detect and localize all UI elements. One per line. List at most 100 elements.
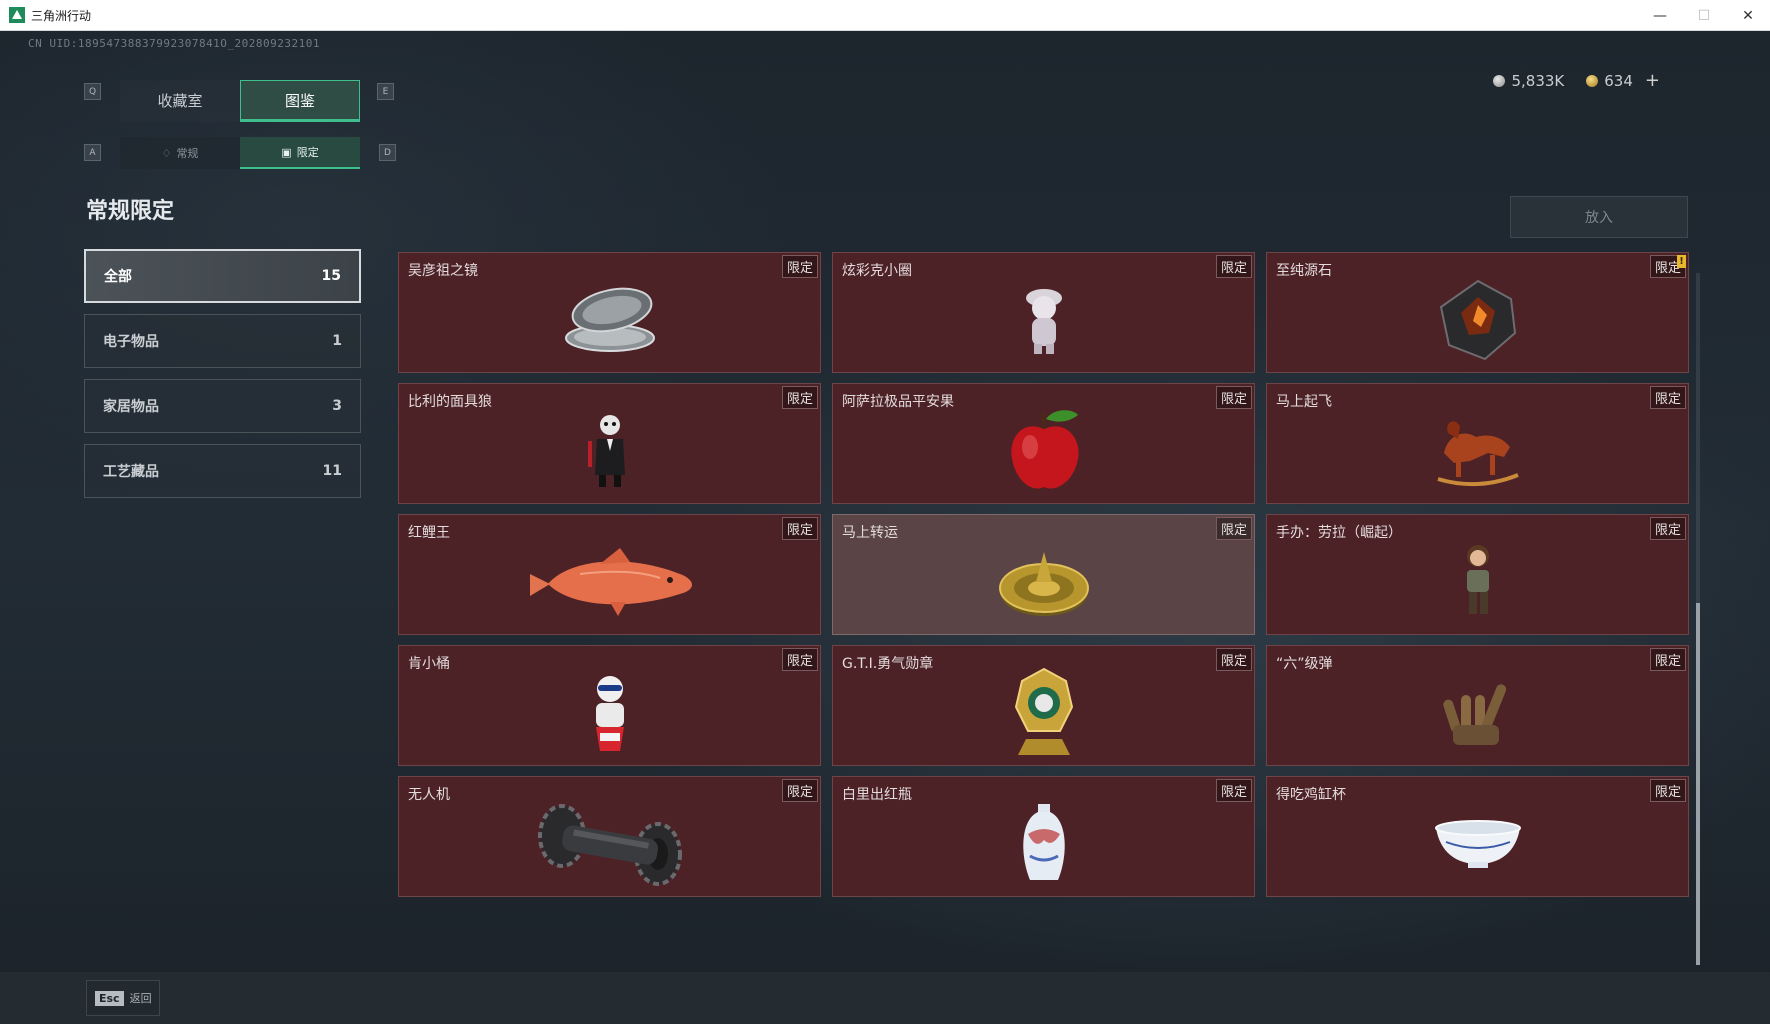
category-count: 15 <box>321 268 341 284</box>
limited-tag: 限定 <box>781 517 818 540</box>
category-household[interactable]: 家居物品 3 <box>84 379 361 433</box>
limited-tag: 限定 <box>1215 255 1252 278</box>
limited-tag: 限定 <box>1649 648 1686 671</box>
tab-catalog[interactable]: 图鉴 <box>240 80 360 122</box>
golden-dial-icon <box>998 551 1089 616</box>
subtab-limited[interactable]: ▣ 限定 <box>240 137 360 169</box>
main-tabs: 收藏室 图鉴 <box>120 80 360 122</box>
gold-coin-icon <box>1586 74 1599 87</box>
picture-icon: ▣ <box>281 145 292 159</box>
item-card[interactable]: 白里出红瓶 限定 <box>832 776 1255 897</box>
window-controls: — ☐ ✕ <box>1638 0 1770 31</box>
vase-icon <box>1022 803 1065 880</box>
category-all[interactable]: 全部 15 <box>84 249 361 303</box>
limited-tag: 限定 <box>781 779 818 802</box>
drone-icon <box>537 803 682 886</box>
puppet-icon <box>587 414 625 487</box>
item-name: “六”级弹 <box>1276 656 1333 672</box>
silver-amount: 5,833K <box>1511 71 1565 90</box>
sub-tabs: ♢ 常规 ▣ 限定 <box>120 137 360 169</box>
put-in-button[interactable]: 放入 <box>1510 196 1688 238</box>
carp-icon <box>529 547 692 616</box>
category-label: 电子物品 <box>103 334 159 350</box>
limited-tag: 限定 <box>1649 779 1686 802</box>
back-label: 返回 <box>129 992 152 1005</box>
rocking-horse-icon <box>1436 420 1519 486</box>
item-card[interactable]: 马上转运 限定 <box>832 514 1255 635</box>
figurine-icon <box>1025 288 1062 354</box>
item-name: 肯小桶 <box>408 656 450 672</box>
subtab-regular[interactable]: ♢ 常规 <box>120 137 240 169</box>
figure-icon <box>1466 544 1489 614</box>
crystal-icon <box>1439 279 1516 360</box>
item-card[interactable]: 得吃鸡缸杯 限定 <box>1266 776 1689 897</box>
key-hint-a: A <box>84 144 101 161</box>
item-card[interactable]: 无人机 限定 <box>398 776 821 897</box>
app-logo-icon <box>9 7 25 23</box>
item-name: 炫彩克小圈 <box>842 263 912 279</box>
category-label: 家居物品 <box>103 399 159 415</box>
maximize-button[interactable]: ☐ <box>1682 0 1726 31</box>
item-name: 白里出红瓶 <box>842 787 912 803</box>
window-title: 三角洲行动 <box>31 8 92 23</box>
regular-icon: ♢ <box>161 146 172 160</box>
alert-icon: ! <box>1677 255 1686 268</box>
grid-scrollbar[interactable] <box>1696 273 1700 965</box>
silver-coin-icon <box>1493 74 1506 87</box>
limited-tag: 限定 <box>781 255 818 278</box>
item-card[interactable]: 红鲤王 限定 <box>398 514 821 635</box>
category-count: 1 <box>332 333 342 349</box>
limited-tag: 限定 <box>1215 517 1252 540</box>
add-currency-button[interactable]: + <box>1645 70 1660 91</box>
item-card[interactable]: 马上起飞 限定 <box>1266 383 1689 504</box>
gold-amount: 634 <box>1604 71 1633 90</box>
item-name: 手办：劳拉（崛起） <box>1276 525 1402 541</box>
item-name: 吴彦祖之镜 <box>408 263 478 279</box>
bucket-figure-icon <box>595 675 624 751</box>
item-card[interactable]: 吴彦祖之镜 限定 <box>398 252 821 373</box>
category-count: 11 <box>322 463 342 479</box>
uid-text: CN UID:18954738837992307841O_20280923210… <box>28 37 321 50</box>
item-name: G.T.I.勇气勋章 <box>842 656 934 672</box>
key-hint-e: E <box>377 83 394 100</box>
category-electronics[interactable]: 电子物品 1 <box>84 314 361 368</box>
hand-grenade-icon <box>1442 684 1506 745</box>
item-card[interactable]: 至纯源石 限定 ! <box>1266 252 1689 373</box>
limited-tag: 限定 <box>1649 517 1686 540</box>
tab-collection-room[interactable]: 收藏室 <box>120 80 240 122</box>
bowl-icon <box>1434 819 1521 868</box>
scrollbar-thumb[interactable] <box>1696 603 1700 965</box>
category-list: 全部 15 电子物品 1 家居物品 3 工艺藏品 11 <box>84 249 361 509</box>
item-card[interactable]: 比利的面具狼 限定 <box>398 383 821 504</box>
item-card[interactable]: “六”级弹 限定 <box>1266 645 1689 766</box>
close-button[interactable]: ✕ <box>1726 0 1770 31</box>
item-card[interactable]: 炫彩克小圈 限定 <box>832 252 1255 373</box>
subtab-limited-label: 限定 <box>296 146 319 159</box>
limited-tag: 限定 <box>781 648 818 671</box>
section-title: 常规限定 <box>86 199 175 224</box>
category-label: 工艺藏品 <box>103 464 159 480</box>
item-card[interactable]: G.T.I.勇气勋章 限定 <box>832 645 1255 766</box>
category-crafts[interactable]: 工艺藏品 11 <box>84 444 361 498</box>
limited-tag: 限定 <box>1215 779 1252 802</box>
item-name: 比利的面具狼 <box>408 394 492 410</box>
game-screen: CN UID:18954738837992307841O_20280923210… <box>0 31 1770 1024</box>
item-name: 红鲤王 <box>408 525 450 541</box>
esc-key-hint: Esc <box>95 990 124 1006</box>
limited-tag: 限定 <box>1649 386 1686 409</box>
item-card[interactable]: 手办：劳拉（崛起） 限定 <box>1266 514 1689 635</box>
category-label: 全部 <box>104 269 132 285</box>
item-name: 马上起飞 <box>1276 394 1332 410</box>
minimize-button[interactable]: — <box>1638 0 1682 31</box>
footer-bar <box>0 972 1770 1024</box>
item-name: 阿萨拉极品平安果 <box>842 394 954 410</box>
limited-tag: 限定 <box>781 386 818 409</box>
item-card[interactable]: 肯小桶 限定 <box>398 645 821 766</box>
back-button[interactable]: Esc 返回 <box>86 980 160 1016</box>
item-name: 至纯源石 <box>1276 263 1332 279</box>
limited-tag: 限定 <box>1215 386 1252 409</box>
category-count: 3 <box>332 398 342 414</box>
item-card[interactable]: 阿萨拉极品平安果 限定 <box>832 383 1255 504</box>
key-hint-d: D <box>379 144 396 161</box>
subtab-regular-label: 常规 <box>176 147 199 160</box>
